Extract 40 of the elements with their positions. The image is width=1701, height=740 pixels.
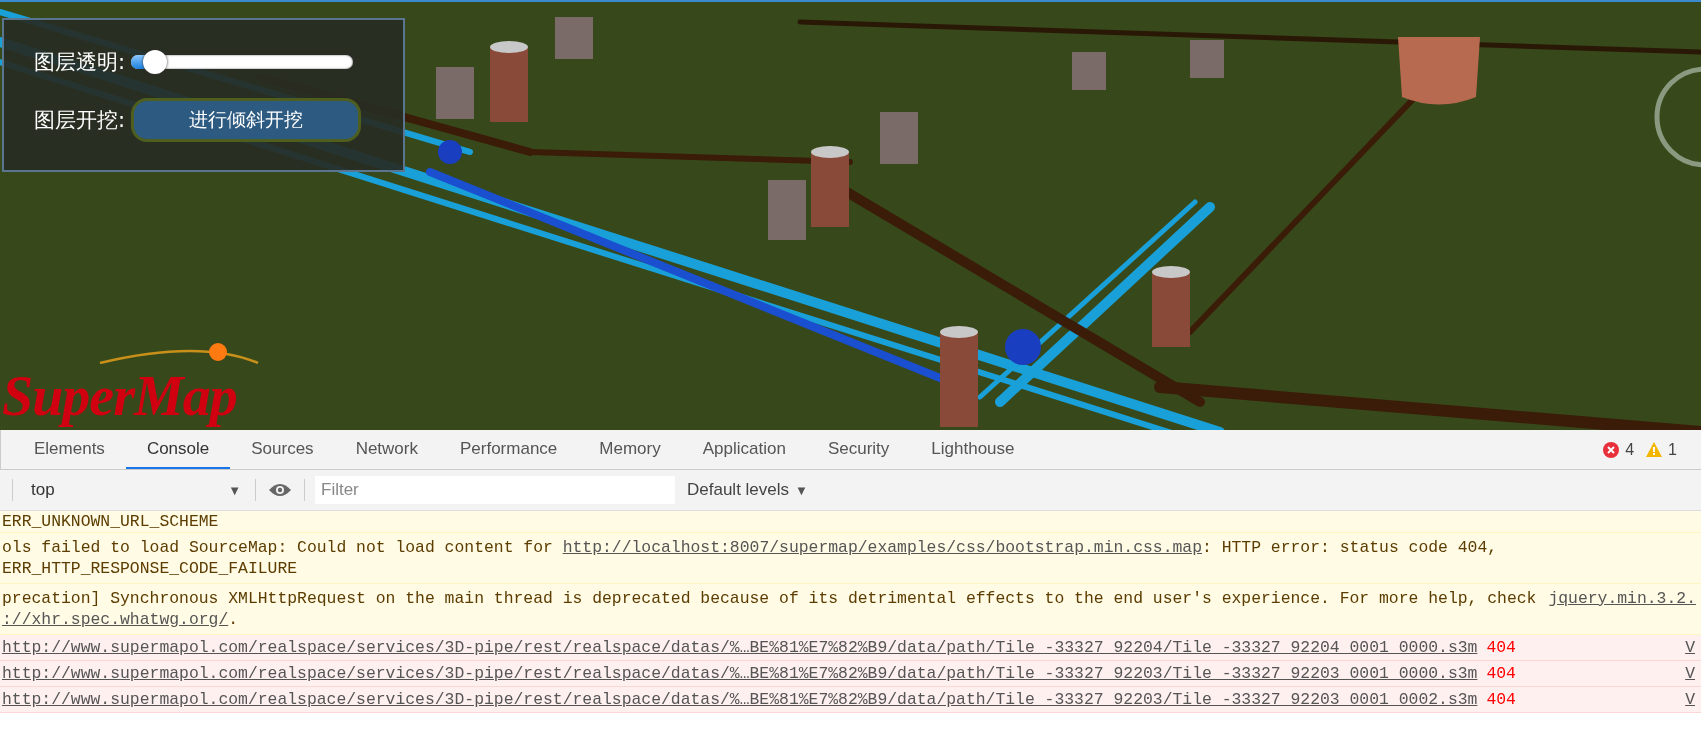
message-link[interactable]: http://www.supermapol.com/realspace/services/3D-pipe/rest/realspace/datas/%…BE%81%E7%82%B9/data/path/Tile_-33327_92204/Tile_-33327_92204_0001_0000.s3m bbox=[2, 638, 1478, 657]
source-link[interactable]: V bbox=[1673, 689, 1701, 710]
error-count: 4 bbox=[1625, 440, 1635, 459]
excavation-label: 图层开挖: bbox=[34, 107, 126, 134]
message-text: precation] Synchronous XMLHttpRequest on the main thread is deprecated because of its detrimental effects to the end user's experience. For more help, check bbox=[2, 588, 1537, 609]
status-code: 404 bbox=[1486, 663, 1516, 684]
message-link[interactable]: ://xhr.spec.whatwg.org/ bbox=[2, 610, 229, 629]
message-link[interactable]: http://www.supermapol.com/realspace/services/3D-pipe/rest/realspace/datas/%…BE%81%E7%82%B9/data/path/Tile_-33327_92203/Tile_-33327_92203_0001_0002.s3m bbox=[2, 690, 1478, 709]
opacity-label: 图层透明: bbox=[34, 49, 126, 76]
devtools-tab[interactable]: Lighthouse bbox=[910, 430, 1036, 469]
error-icon bbox=[1603, 441, 1620, 458]
status-code: 404 bbox=[1486, 689, 1516, 710]
map-view[interactable]: 图层透明: 图层开挖: 进行倾斜开挖 SuperMap bbox=[0, 0, 1701, 430]
filter-field[interactable]: Filter bbox=[315, 476, 675, 504]
devtools-tab[interactable]: Performance bbox=[439, 430, 579, 469]
excavation-button[interactable]: 进行倾斜开挖 bbox=[131, 98, 362, 142]
message-text: ERR_UNKNOWN_URL_SCHEME bbox=[2, 511, 219, 532]
levels-dropdown[interactable]: Default levels ▼ bbox=[687, 480, 808, 500]
source-link[interactable]: V bbox=[1673, 663, 1701, 684]
source-link[interactable]: V bbox=[1673, 637, 1701, 658]
devtools-tab[interactable]: Elements bbox=[13, 430, 126, 469]
status-code: 404 bbox=[1486, 637, 1516, 658]
devtools-tab[interactable]: Memory bbox=[578, 430, 682, 469]
warning-icon bbox=[1646, 442, 1663, 457]
context-dropdown[interactable]: top ▼ bbox=[19, 480, 249, 500]
logo-text: SuperMap bbox=[2, 364, 237, 428]
message-text: ://xhr.spec.whatwg.org/. bbox=[2, 609, 240, 630]
warning-count: 1 bbox=[1668, 440, 1677, 459]
message-link[interactable]: http://localhost:8007/supermap/examples/css/bootstrap.min.css.map bbox=[562, 538, 1202, 557]
devtools-tab[interactable]: Network bbox=[334, 430, 439, 469]
devtools-tab[interactable]: Application bbox=[681, 430, 807, 469]
message-text: ERR_HTTP_RESPONSE_CODE_FAILURE bbox=[2, 558, 299, 579]
opacity-slider[interactable] bbox=[131, 50, 354, 74]
slider-thumb[interactable] bbox=[143, 50, 168, 74]
message-text: ols failed to load SourceMap: Could not load content for http://localhost:8007/supermap/examples/css/bootstrap.min.css.map: HTTP error: status code 404, bbox=[2, 537, 1498, 558]
devtools-tab[interactable]: Security bbox=[806, 430, 911, 469]
source-link[interactable]: jquery.min.3.2. bbox=[1536, 588, 1701, 609]
message-link[interactable]: http://www.supermapol.com/realspace/services/3D-pipe/rest/realspace/datas/%…BE%81%E7%82%B9/data/path/Tile_-33327_92203/Tile_-33327_92203_0001_0000.s3m bbox=[2, 664, 1478, 683]
eye-icon[interactable] bbox=[268, 483, 292, 497]
devtools-tab[interactable]: Sources bbox=[230, 430, 335, 469]
